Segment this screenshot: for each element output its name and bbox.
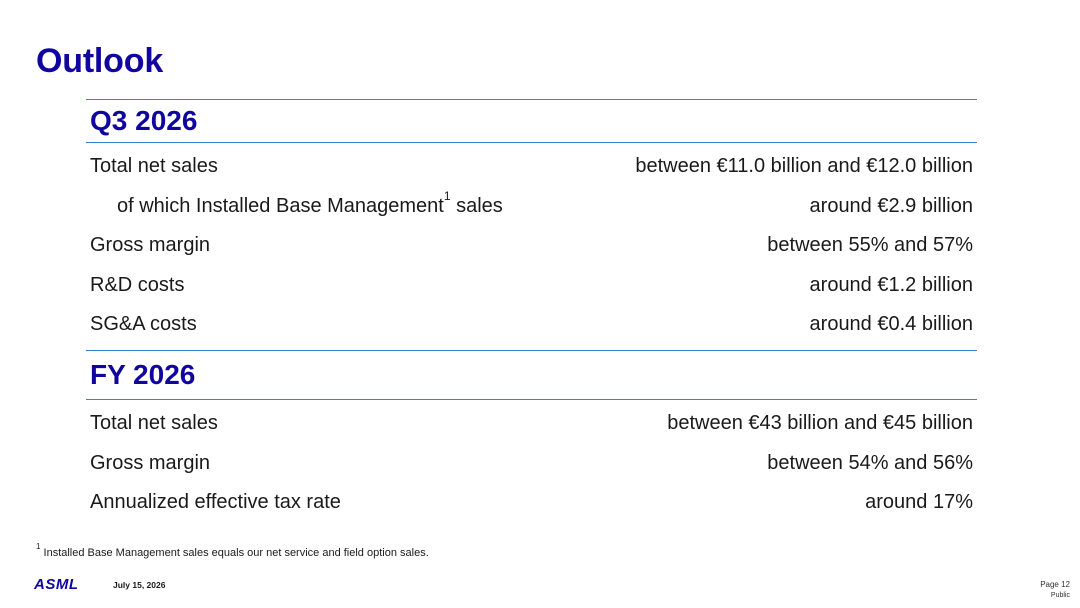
row-label: Gross margin [90,451,211,474]
row-label: R&D costs [90,273,185,296]
row-value: around €2.9 billion [809,194,973,217]
slide-title: Outlook [36,42,164,80]
fy-outlook-section: FY 2026 Total net sales between €43 bill… [86,350,977,523]
row-value: around €0.4 billion [809,313,973,336]
row-label: Gross margin [90,234,211,257]
row-value: between €43 billion and €45 billion [667,412,973,435]
row-label: Total net sales [90,155,218,178]
row-value: between 54% and 56% [767,451,973,474]
outlook-row: R&D costs around €1.2 billion [86,266,977,306]
outlook-row: Total net sales between €11.0 billion an… [86,147,977,187]
asml-logo: ASML [34,576,79,593]
row-label: Annualized effective tax rate [90,491,341,514]
row-label-suffix: sales [450,194,503,217]
row-value: between €11.0 billion and €12.0 billion [635,155,973,178]
outlook-row: Total net sales between €43 billion and … [86,404,977,444]
footnote: 1 Installed Base Management sales equals… [36,543,429,559]
section-heading-rule [86,399,977,400]
footer-date: July 15, 2026 [113,580,166,590]
row-label: Total net sales [90,412,218,435]
q3-outlook-section: Q3 2026 Total net sales between €11.0 bi… [86,99,977,345]
row-label: SG&A costs [90,313,197,336]
row-label-text: of which Installed Base Management [117,194,444,217]
section-heading-rule [86,142,977,143]
classification-label: Public [1050,592,1070,599]
footnote-marker: 1 [36,542,41,552]
outlook-row: Gross margin between 55% and 57% [86,226,977,266]
page-number: Page 12 [1040,580,1070,589]
footnote-text: Installed Base Management sales equals o… [43,547,429,559]
footnote-reference: 1 [443,189,451,204]
row-value: around 17% [865,491,973,514]
row-label: of which Installed Base Management1 sale… [90,190,503,218]
outlook-row: Annualized effective tax rate around 17% [86,483,977,523]
section-heading: FY 2026 [90,359,196,390]
row-value: around €1.2 billion [809,273,973,296]
row-value: between 55% and 57% [767,234,973,257]
outlook-row: of which Installed Base Management1 sale… [86,187,977,227]
section-heading: Q3 2026 [90,105,198,136]
outlook-row: Gross margin between 54% and 56% [86,444,977,484]
outlook-row: SG&A costs around €0.4 billion [86,305,977,345]
